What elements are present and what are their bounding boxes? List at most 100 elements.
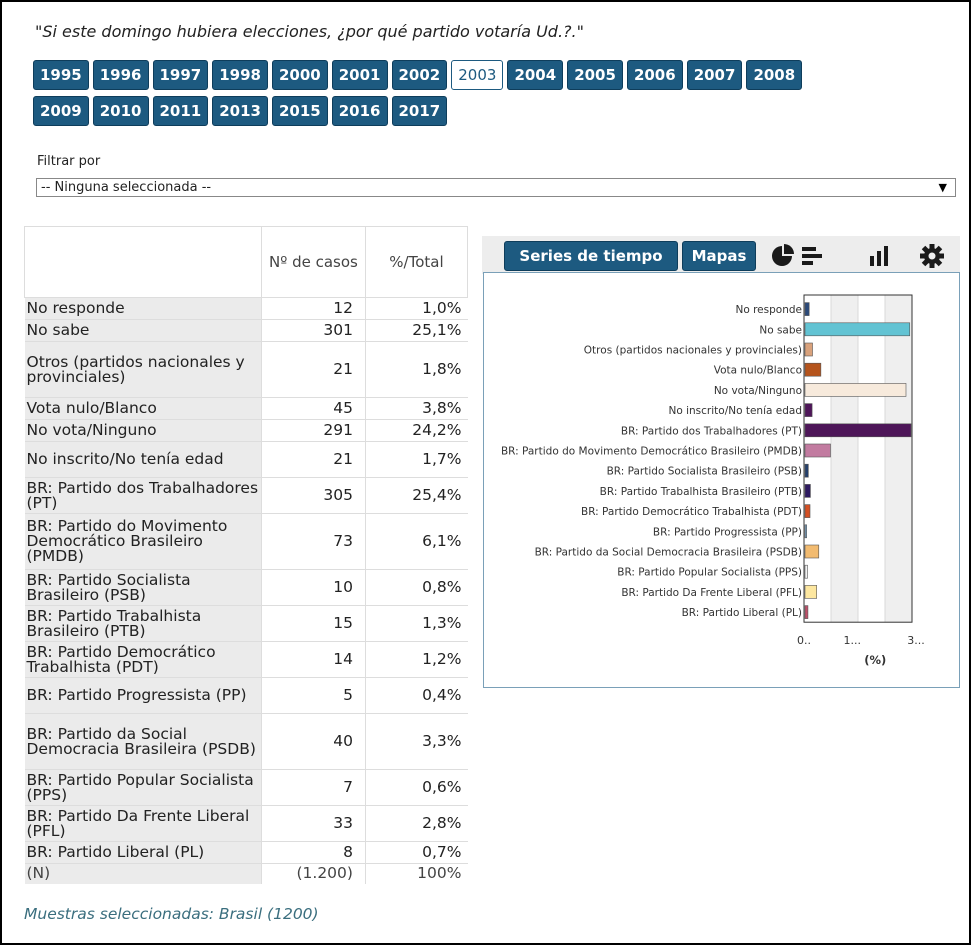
year-selector: 1995 1996 1997 1998 2000 2001 2002 2003 2004 2005…	[33, 60, 933, 132]
count-header: Nº de casos	[260, 226, 366, 298]
year-button-1998[interactable]: 1998	[212, 60, 268, 90]
horizontal-bar-icon[interactable]	[799, 243, 825, 269]
row-count: 45	[260, 397, 366, 420]
table-row: Vota nulo/Blanco 45 3,8%	[24, 397, 468, 420]
bar	[804, 564, 808, 579]
row-label: BR: Partido Popular Socialista (PPS)	[24, 769, 262, 806]
year-button-1995[interactable]: 1995	[33, 60, 89, 90]
row-pct: 0,7%	[364, 841, 468, 864]
row-count: 305	[260, 477, 366, 514]
row-label: BR: Partido Liberal (PL)	[24, 841, 262, 864]
row-label: BR: Partido Progressista (PP)	[24, 677, 262, 714]
year-button-2004[interactable]: 2004	[507, 60, 564, 90]
category-label: No inscrito/No tenía edad	[668, 405, 802, 417]
row-pct: 3,8%	[364, 397, 468, 420]
pie-chart-icon[interactable]	[769, 243, 795, 269]
year-button-1996[interactable]: 1996	[92, 60, 149, 90]
bar-chart: No responde No sabe Otros (partidos nacion…	[501, 294, 925, 667]
table-row: No inscrito/No tenía edad 21 1,7%	[24, 441, 468, 478]
total-count: (1.200)	[260, 863, 366, 884]
series-button[interactable]: Series de tiempo	[504, 241, 678, 271]
year-row-1: 1995 1996 1997 1998 2000 2001 2002 2003 2004 2005…	[33, 60, 933, 90]
row-pct: 1,7%	[364, 441, 468, 478]
bar	[804, 463, 809, 478]
row-label: No sabe	[24, 319, 262, 342]
table-row: No responde 12 1,0%	[24, 297, 468, 320]
year-button-2005[interactable]: 2005	[567, 60, 623, 90]
year-button-2008[interactable]: 2008	[746, 60, 803, 90]
table-row: BR: Partido Socialista Brasileiro (PSB) 1…	[24, 569, 468, 606]
row-pct: 1,8%	[364, 341, 468, 398]
bar	[804, 383, 907, 397]
row-label: No responde	[24, 297, 262, 320]
year-button-2013[interactable]: 2013	[212, 96, 268, 126]
label-header	[24, 226, 262, 298]
row-pct: 25,1%	[364, 319, 468, 342]
year-button-1997[interactable]: 1997	[152, 60, 209, 90]
year-button-2009[interactable]: 2009	[33, 96, 89, 126]
row-count: 7	[260, 769, 366, 806]
bar	[804, 605, 809, 619]
category-label: No sabe	[759, 324, 802, 336]
x-tick-label: 3...	[907, 634, 925, 647]
bar	[804, 443, 831, 458]
x-tick-label: 0..	[797, 634, 811, 647]
row-pct: 2,8%	[364, 805, 468, 842]
category-label: BR: Partido Trabalhista Brasileiro (PTB)	[600, 486, 802, 498]
table-row: BR: Partido Democrático Trabalhista (PDT…	[24, 641, 468, 678]
row-count: 5	[260, 677, 366, 714]
maps-button[interactable]: Mapas	[682, 241, 756, 271]
row-pct: 0,4%	[364, 677, 468, 714]
row-count: 291	[260, 419, 366, 442]
table-row: BR: Partido da Social Democracia Brasile…	[24, 713, 468, 770]
filter-dropdown[interactable]: -- Ninguna seleccionada -- ▼	[36, 178, 956, 197]
x-tick-label: 1...	[844, 634, 862, 647]
row-count: 21	[260, 441, 366, 478]
year-button-2000[interactable]: 2000	[272, 60, 328, 90]
row-label: No vota/Ninguno	[24, 419, 262, 442]
year-button-2007[interactable]: 2007	[686, 60, 743, 90]
chart-toolbar: Series de tiempo Mapas	[482, 236, 960, 274]
year-button-2011[interactable]: 2011	[152, 96, 209, 126]
category-label: No vota/Ninguno	[714, 385, 802, 397]
row-pct: 25,4%	[364, 477, 468, 514]
category-label: BR: Partido Democrático Trabalhista (PDT…	[581, 506, 802, 518]
year-button-2016[interactable]: 2016	[331, 96, 388, 126]
row-pct: 1,0%	[364, 297, 468, 320]
row-label: Vota nulo/Blanco	[24, 397, 262, 420]
year-button-2010[interactable]: 2010	[92, 96, 149, 126]
year-button-2006[interactable]: 2006	[626, 60, 683, 90]
table-row: BR: Partido Popular Socialista (PPS) 7 0,6…	[24, 769, 468, 806]
bar	[804, 322, 911, 337]
samples-note: Muestras seleccionadas: Brasil (1200)	[24, 905, 319, 923]
gear-icon[interactable]	[919, 243, 945, 269]
table-row: BR: Partido Progressista (PP) 5 0,4%	[24, 677, 468, 714]
year-row-2: 2009 2010 2011 2013 2015 2016 2017	[33, 96, 933, 126]
bar	[804, 504, 811, 518]
row-pct: 1,2%	[364, 641, 468, 678]
bar	[804, 342, 813, 357]
x-axis-label: (%)	[864, 653, 886, 667]
grid-band	[831, 295, 858, 623]
row-label: BR: Partido dos Trabalhadores (PT)	[24, 477, 262, 514]
table-total-row: (N) (1.200) 100%	[24, 863, 468, 884]
table-row: BR: Partido Da Frente Liberal (PFL) 33 2,8…	[24, 805, 468, 842]
row-label: BR: Partido da Social Democracia Brasile…	[24, 713, 262, 770]
row-count: 40	[260, 713, 366, 770]
bar	[804, 362, 822, 377]
row-count: 21	[260, 341, 366, 398]
category-label: Vota nulo/Blanco	[714, 365, 802, 377]
year-button-2003[interactable]: 2003	[451, 60, 504, 90]
vertical-bar-icon[interactable]	[867, 243, 893, 269]
bar	[804, 585, 817, 599]
year-button-2002[interactable]: 2002	[391, 60, 448, 90]
year-button-2015[interactable]: 2015	[272, 96, 328, 126]
category-label: Otros (partidos nacionales y provinciale…	[584, 345, 802, 357]
chevron-down-icon: ▼	[938, 181, 947, 194]
year-button-2001[interactable]: 2001	[331, 60, 388, 90]
category-label: BR: Partido dos Trabalhadores (PT)	[621, 425, 802, 437]
year-button-2017[interactable]: 2017	[391, 96, 448, 126]
row-count: 73	[260, 513, 366, 570]
category-label: BR: Partido Socialista Brasileiro (PSB)	[607, 466, 802, 478]
row-label: BR: Partido Socialista Brasileiro (PSB)	[24, 569, 262, 606]
